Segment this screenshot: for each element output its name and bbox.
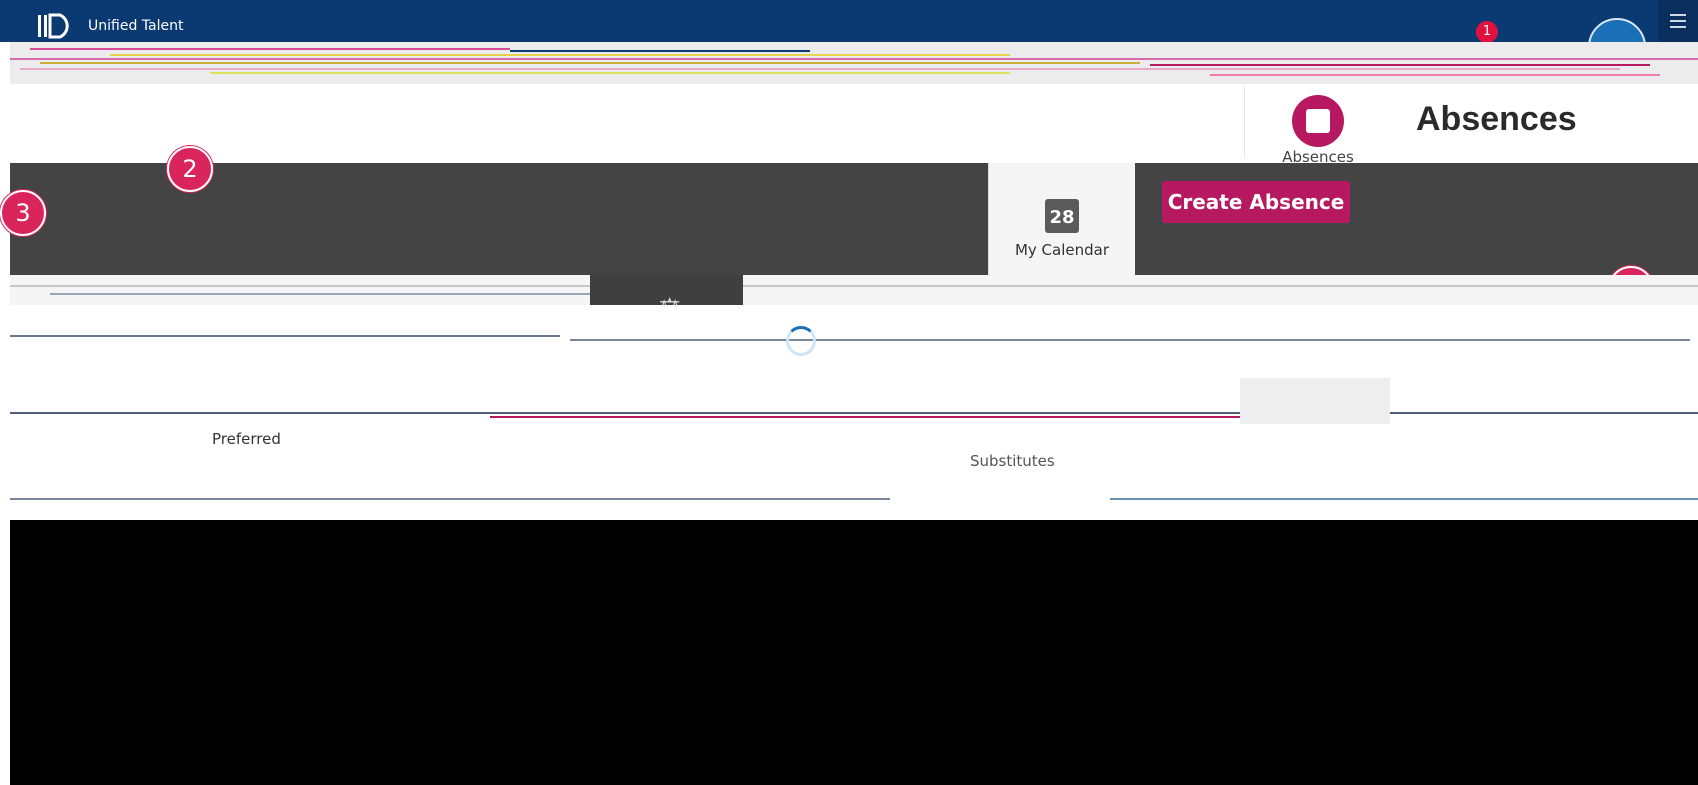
hamburger-icon[interactable] [1658,0,1698,42]
column-divider [1240,378,1390,424]
my-calendar-label: My Calendar [1014,241,1110,259]
create-absence-button[interactable]: Create Absence [1162,181,1350,223]
absence-row[interactable] [10,470,1698,520]
calendar-star-icon [1292,95,1344,147]
unified-talent-logo-icon[interactable] [38,13,78,39]
page-title: Absences [1416,100,1577,138]
blank-render-area [10,520,1698,785]
substitutes-label: Substitutes [970,452,1055,470]
absence-row[interactable] [10,305,1698,365]
render-artifact-strip [10,42,1698,84]
nav-absences[interactable]: Absences [1244,86,1391,166]
absence-list-header-row [10,275,1698,305]
my-calendar-button[interactable]: 28 My Calendar [988,163,1135,275]
callout-marker-2: 2 [167,146,213,192]
callout-marker-3: 3 [0,190,46,236]
notification-badge[interactable]: 1 [1476,21,1498,43]
top-bar: Unified Talent 1 [0,0,1698,76]
calendar-icon: 28 [1045,199,1079,233]
action-bar [10,163,1698,275]
preferred-label: Preferred [212,430,281,448]
loading-spinner-icon [786,326,816,356]
brand-name: Unified Talent [88,18,184,34]
